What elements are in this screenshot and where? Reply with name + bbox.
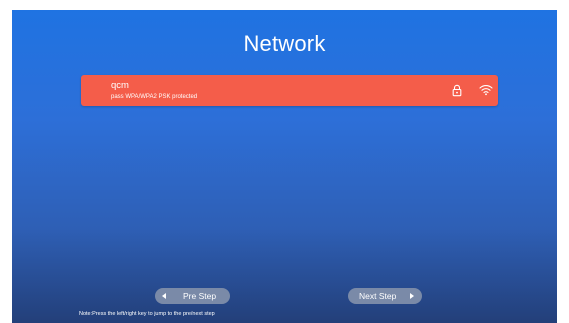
network-setup-screen: Network qcm pass WPA/WPA2 PSK protected … bbox=[12, 10, 557, 323]
app-frame: Network qcm pass WPA/WPA2 PSK protected … bbox=[0, 0, 569, 323]
arrow-left-icon bbox=[162, 293, 166, 299]
wifi-signal-icon bbox=[479, 84, 493, 96]
network-security-status: pass WPA/WPA2 PSK protected bbox=[111, 94, 198, 100]
pre-step-label: Pre Step bbox=[183, 291, 217, 301]
network-ssid: qcm bbox=[111, 80, 129, 91]
next-step-label: Next Step bbox=[359, 291, 397, 301]
arrow-right-icon bbox=[410, 293, 414, 299]
lock-icon bbox=[452, 84, 462, 97]
network-item-qcm[interactable]: qcm pass WPA/WPA2 PSK protected bbox=[81, 75, 498, 106]
pre-step-button[interactable]: Pre Step bbox=[155, 288, 230, 304]
navigation-note: Note:Press the left/right key to jump to… bbox=[79, 311, 215, 317]
next-step-button[interactable]: Next Step bbox=[348, 288, 422, 304]
page-title: Network bbox=[243, 31, 326, 56]
